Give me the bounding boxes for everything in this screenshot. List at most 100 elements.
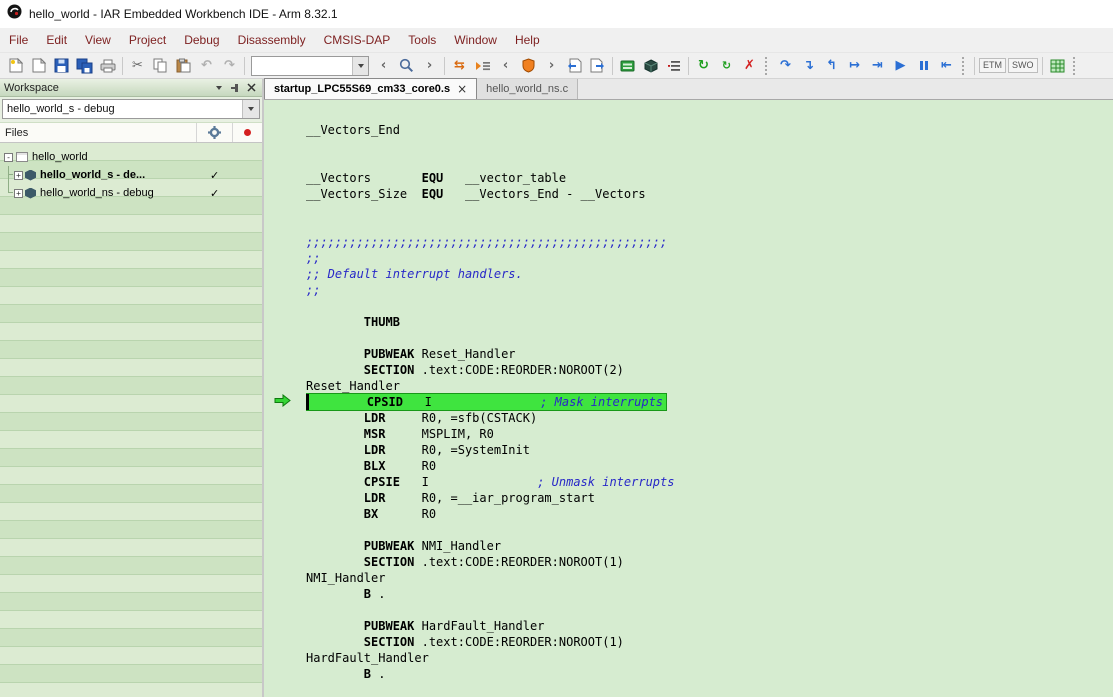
code-line[interactable] bbox=[306, 522, 1113, 538]
next-statement-step-button[interactable]: ↦ bbox=[843, 55, 866, 76]
new-document-button[interactable] bbox=[4, 55, 27, 76]
download-flash-button[interactable] bbox=[616, 55, 639, 76]
memory-button[interactable] bbox=[1046, 55, 1069, 76]
tree-item-label[interactable]: hello_world_ns - debug bbox=[40, 187, 154, 199]
reset-target-button[interactable]: ⇤ bbox=[935, 55, 958, 76]
paste-button[interactable] bbox=[172, 55, 195, 76]
code-line[interactable]: HardFault_Handler bbox=[306, 650, 1113, 666]
code-line[interactable]: PUBWEAK HardFault_Handler bbox=[306, 618, 1113, 634]
tab-startup-file[interactable]: startup_LPC55S69_cm33_core0.s × bbox=[264, 78, 477, 99]
redo-button[interactable]: ↷ bbox=[218, 55, 241, 76]
code-line[interactable] bbox=[306, 154, 1113, 170]
previous-statement-button[interactable]: ‹ bbox=[494, 55, 517, 76]
panel-menu-button[interactable] bbox=[212, 81, 226, 95]
code-line[interactable]: CPSIE I ; Unmask interrupts bbox=[306, 474, 1113, 490]
config-dropdown-button[interactable] bbox=[242, 100, 259, 118]
next-bookmark-button[interactable] bbox=[586, 55, 609, 76]
code-line[interactable]: PUBWEAK Reset_Handler bbox=[306, 346, 1113, 362]
tree-row-project[interactable]: - hello_world bbox=[0, 148, 262, 166]
menu-disassembly[interactable]: Disassembly bbox=[229, 30, 315, 50]
code-line[interactable]: MSR MSPLIM, R0 bbox=[306, 426, 1113, 442]
code-line[interactable]: NMI_Handler bbox=[306, 570, 1113, 586]
reset-small-button[interactable]: ↻ bbox=[715, 55, 738, 76]
code-line[interactable]: LDR R0, =SystemInit bbox=[306, 442, 1113, 458]
tree-item-label[interactable]: hello_world_s - de... bbox=[40, 169, 145, 181]
editor-gutter[interactable] bbox=[264, 100, 306, 697]
code-line[interactable]: THUMB bbox=[306, 314, 1113, 330]
code-line[interactable]: ;;;;;;;;;;;;;;;;;;;;;;;;;;;;;;;;;;;;;;;;… bbox=[306, 234, 1113, 250]
code-line[interactable] bbox=[306, 138, 1113, 154]
status-column-header[interactable] bbox=[232, 123, 262, 142]
code-line[interactable]: CPSID I ; Mask interrupts bbox=[306, 394, 1113, 410]
code-line[interactable] bbox=[306, 218, 1113, 234]
options-column-header[interactable] bbox=[196, 123, 232, 142]
copy-button[interactable] bbox=[149, 55, 172, 76]
code-line[interactable]: PUBWEAK NMI_Handler bbox=[306, 538, 1113, 554]
code-line[interactable]: ;; bbox=[306, 250, 1113, 266]
navigate-forward-button[interactable]: › bbox=[418, 55, 441, 76]
open-file-button[interactable] bbox=[27, 55, 50, 76]
save-button[interactable] bbox=[50, 55, 73, 76]
debug-list-button[interactable] bbox=[662, 55, 685, 76]
expander-plus-icon[interactable]: + bbox=[14, 189, 23, 198]
code-line[interactable]: BLX R0 bbox=[306, 458, 1113, 474]
stop-button[interactable]: ✗ bbox=[738, 55, 761, 76]
etm-button[interactable]: ETM bbox=[979, 58, 1006, 73]
download-and-debug-button[interactable] bbox=[639, 55, 662, 76]
menu-cmsis-dap[interactable]: CMSIS-DAP bbox=[315, 30, 400, 50]
reset-button[interactable]: ↻ bbox=[692, 55, 715, 76]
quick-search-combo[interactable] bbox=[251, 56, 369, 76]
code-line[interactable]: B . bbox=[306, 666, 1113, 682]
code-line[interactable] bbox=[306, 602, 1113, 618]
code-line[interactable]: SECTION .text:CODE:REORDER:NOROOT(1) bbox=[306, 634, 1113, 650]
code-line[interactable]: SECTION .text:CODE:REORDER:NOROOT(1) bbox=[306, 554, 1113, 570]
code-line[interactable]: LDR R0, =__iar_program_start bbox=[306, 490, 1113, 506]
step-into-button[interactable]: ↴ bbox=[797, 55, 820, 76]
code-line[interactable] bbox=[306, 298, 1113, 314]
editor-area[interactable]: __Vectors_End __Vectors EQU __vector_tabl… bbox=[264, 100, 1113, 697]
panel-close-button[interactable] bbox=[244, 81, 258, 95]
code-line[interactable]: __Vectors_End bbox=[306, 122, 1113, 138]
tree-row-target-nonsecure[interactable]: + hello_world_ns - debug ✓ bbox=[0, 184, 262, 202]
code-line[interactable]: ;; bbox=[306, 282, 1113, 298]
code-line[interactable]: SECTION .text:CODE:REORDER:NOROOT(2) bbox=[306, 362, 1113, 378]
code-line[interactable]: B . bbox=[306, 586, 1113, 602]
menu-project[interactable]: Project bbox=[120, 30, 175, 50]
toggle-source-disassembly-button[interactable] bbox=[471, 55, 494, 76]
workspace-tree[interactable]: - hello_world + hello_world_s - de... ✓ … bbox=[0, 143, 262, 697]
code-line[interactable]: __Vectors_Size EQU __Vectors_End - __Vec… bbox=[306, 186, 1113, 202]
undo-button[interactable]: ↶ bbox=[195, 55, 218, 76]
menu-debug[interactable]: Debug bbox=[175, 30, 228, 50]
previous-bookmark-button[interactable] bbox=[563, 55, 586, 76]
combo-dropdown-button[interactable] bbox=[352, 57, 368, 75]
tree-row-target-secure[interactable]: + hello_world_s - de... ✓ bbox=[0, 166, 262, 184]
code-line[interactable] bbox=[306, 202, 1113, 218]
tab-close-button[interactable]: × bbox=[457, 82, 467, 96]
menu-help[interactable]: Help bbox=[506, 30, 549, 50]
run-to-cursor-button[interactable]: ⇥ bbox=[866, 55, 889, 76]
expander-minus-icon[interactable]: - bbox=[4, 153, 13, 162]
menu-window[interactable]: Window bbox=[445, 30, 506, 50]
toggle-breakpoint-button[interactable] bbox=[517, 55, 540, 76]
code-line[interactable] bbox=[306, 330, 1113, 346]
panel-pin-button[interactable] bbox=[228, 81, 242, 95]
code-line[interactable]: Reset_Handler bbox=[306, 378, 1113, 394]
step-out-button[interactable]: ↰ bbox=[820, 55, 843, 76]
code-line[interactable]: __Vectors EQU __vector_table bbox=[306, 170, 1113, 186]
navigate-back-button[interactable]: ‹ bbox=[372, 55, 395, 76]
step-over-button[interactable]: ↷ bbox=[774, 55, 797, 76]
menu-view[interactable]: View bbox=[76, 30, 120, 50]
code-area[interactable]: __Vectors_End __Vectors EQU __vector_tabl… bbox=[306, 100, 1113, 697]
save-all-button[interactable] bbox=[73, 55, 96, 76]
goto-button[interactable]: ⇆ bbox=[448, 55, 471, 76]
cut-button[interactable]: ✂ bbox=[126, 55, 149, 76]
menu-file[interactable]: File bbox=[0, 30, 37, 50]
menu-tools[interactable]: Tools bbox=[399, 30, 445, 50]
code-line[interactable]: LDR R0, =sfb(CSTACK) bbox=[306, 410, 1113, 426]
tab-hello-world-ns[interactable]: hello_world_ns.c bbox=[477, 79, 578, 99]
config-selector[interactable]: hello_world_s - debug bbox=[2, 99, 260, 119]
find-button[interactable] bbox=[395, 55, 418, 76]
menu-edit[interactable]: Edit bbox=[37, 30, 76, 50]
tree-item-label[interactable]: hello_world bbox=[32, 151, 88, 163]
expander-plus-icon[interactable]: + bbox=[14, 171, 23, 180]
